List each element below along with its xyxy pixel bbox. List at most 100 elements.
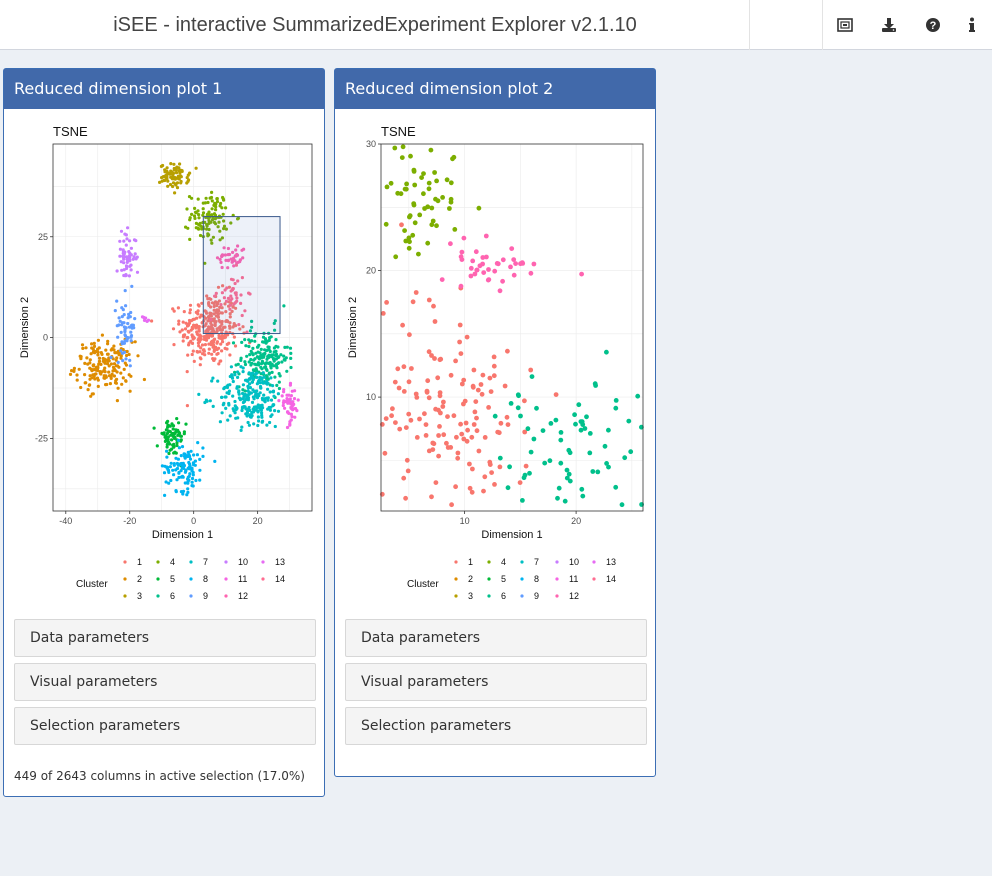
data-point <box>243 392 247 397</box>
data-point <box>170 438 174 442</box>
data-point <box>428 147 434 153</box>
data-point <box>124 273 128 277</box>
data-point <box>207 334 211 338</box>
data-point <box>252 422 256 426</box>
data-point <box>117 323 121 327</box>
legend-key <box>189 594 193 598</box>
data-point <box>123 333 127 337</box>
data-parameters-toggle[interactable]: Data parameters <box>345 619 647 657</box>
data-point <box>553 392 559 397</box>
data-point <box>448 180 454 186</box>
data-point <box>93 377 97 381</box>
data-point <box>243 362 248 367</box>
data-point <box>188 308 192 312</box>
data-point <box>194 310 198 314</box>
data-point <box>572 412 577 418</box>
data-point <box>481 488 486 494</box>
data-point <box>245 395 249 399</box>
selection-parameters-toggle[interactable]: Selection parameters <box>345 707 647 745</box>
data-point <box>188 465 192 469</box>
data-point <box>127 254 131 259</box>
data-point <box>258 381 262 385</box>
data-point <box>467 461 472 467</box>
data-point <box>233 373 237 377</box>
data-point <box>403 238 409 244</box>
legend-label: 4 <box>170 557 175 567</box>
data-point <box>562 498 568 504</box>
data-point <box>529 374 535 379</box>
x-tick-label: -40 <box>59 516 72 526</box>
data-point <box>184 422 188 426</box>
visual-parameters-toggle[interactable]: Visual parameters <box>345 663 647 701</box>
data-parameters-toggle[interactable]: Data parameters <box>14 619 316 657</box>
data-point <box>284 356 288 360</box>
y-tick-label: 0 <box>43 333 48 343</box>
data-point <box>121 308 125 312</box>
tsne-plot-2[interactable]: TSNE 10 20 10 20 30 Dimension 1 Dimension 2 Clus… <box>335 109 655 614</box>
data-point <box>186 329 190 333</box>
screenshot-button[interactable] <box>823 0 867 50</box>
data-point <box>502 383 508 389</box>
data-point <box>399 222 404 228</box>
data-point <box>429 205 435 211</box>
data-point <box>188 303 193 307</box>
legend-label: 8 <box>534 574 539 584</box>
data-point <box>235 386 239 390</box>
help-button[interactable]: ? <box>911 0 955 50</box>
data-point <box>206 212 210 216</box>
data-point <box>225 385 229 390</box>
data-point <box>107 370 111 374</box>
data-point <box>521 475 527 481</box>
tsne-plot-1[interactable]: TSNE-40 -20 0 20-25025Dimension 1Dimension … <box>4 109 324 614</box>
data-point <box>619 502 625 508</box>
data-point <box>128 358 132 362</box>
data-point <box>196 325 200 329</box>
data-point <box>255 406 259 410</box>
data-point <box>182 333 186 337</box>
data-point <box>447 206 452 211</box>
data-point <box>250 380 254 384</box>
visual-parameters-toggle[interactable]: Visual parameters <box>14 663 316 701</box>
data-point <box>196 209 200 213</box>
data-point <box>436 433 441 438</box>
data-point <box>273 409 277 413</box>
data-point <box>240 425 244 429</box>
data-point <box>454 434 459 440</box>
data-point <box>488 389 494 394</box>
data-point <box>450 156 455 162</box>
data-point <box>249 357 253 362</box>
data-point <box>188 218 192 222</box>
data-point <box>234 405 238 409</box>
selection-parameters-toggle[interactable]: Selection parameters <box>14 707 316 745</box>
data-point <box>178 330 182 334</box>
data-point <box>473 249 479 255</box>
data-point <box>176 306 180 310</box>
data-point <box>172 309 176 313</box>
data-point <box>128 364 132 368</box>
data-point <box>486 277 492 282</box>
data-point <box>437 424 442 429</box>
data-point <box>236 375 240 379</box>
data-point <box>404 181 409 187</box>
info-button[interactable] <box>952 0 992 50</box>
download-button[interactable] <box>867 0 911 50</box>
data-point <box>191 473 195 477</box>
data-point <box>142 315 146 320</box>
data-point <box>247 338 251 342</box>
data-point <box>417 416 422 422</box>
data-point <box>260 367 264 371</box>
data-point <box>236 370 240 374</box>
data-point <box>258 378 262 382</box>
data-point <box>508 264 513 270</box>
legend-key <box>224 577 228 581</box>
data-point <box>270 362 274 366</box>
legend-key <box>555 577 559 581</box>
data-point <box>220 395 224 399</box>
data-point <box>289 418 293 422</box>
data-point <box>465 427 470 433</box>
data-point <box>412 220 418 226</box>
data-point <box>122 251 126 256</box>
data-point <box>388 180 394 186</box>
data-point <box>124 326 128 330</box>
app-title: iSEE - interactive SummarizedExperiment … <box>113 14 637 36</box>
